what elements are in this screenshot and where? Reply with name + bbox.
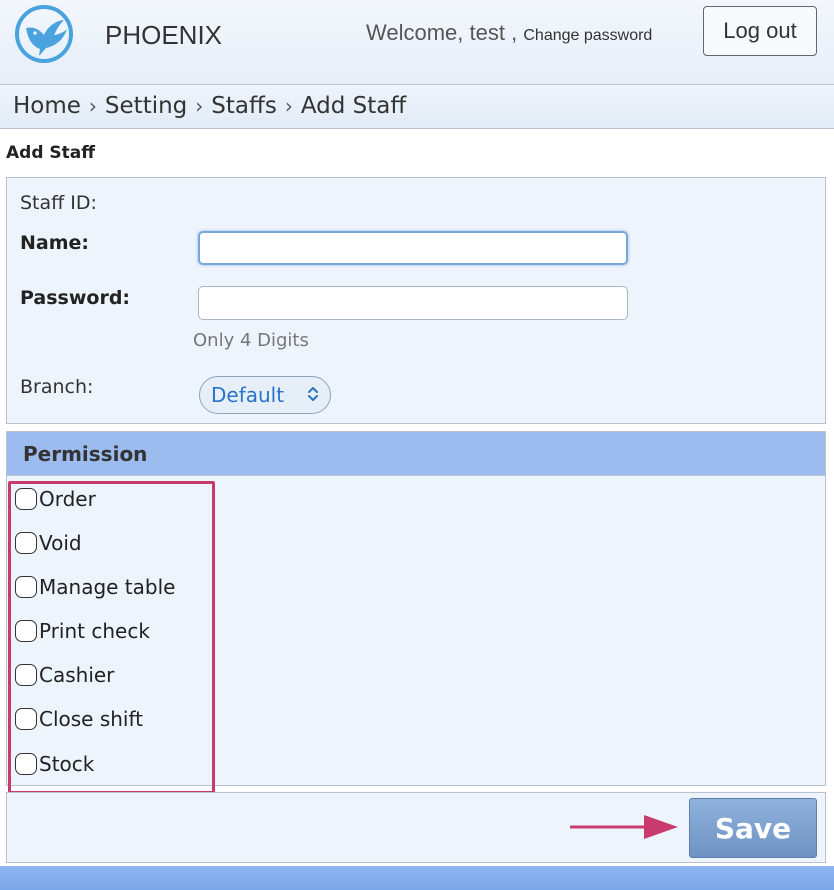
branch-selected-value: Default [211,383,285,407]
welcome-greeting: Welcome, test [366,20,505,45]
name-label: Name: [20,232,90,254]
breadcrumb-separator: › [195,94,204,118]
password-input[interactable] [198,286,628,320]
breadcrumb-separator: › [88,94,97,118]
brand-name: PHOENIX [105,20,223,50]
permission-highlight-box [8,481,215,794]
bottom-bar [0,866,834,890]
permission-header: Permission [6,431,826,476]
breadcrumb: Home › Setting › Staffs › Add Staff [0,85,834,129]
password-hint: Only 4 Digits [193,330,309,351]
save-button[interactable]: Save [689,798,817,858]
breadcrumb-setting[interactable]: Setting [105,93,187,119]
staff-form-panel: Staff ID: Name: Password: Only 4 Digits … [6,177,826,424]
breadcrumb-home[interactable]: Home [13,93,81,119]
change-password-link[interactable]: Change password [523,27,652,44]
welcome-separator: , [511,20,518,45]
staff-id-label: Staff ID: [20,192,97,214]
top-header: PHOENIX Welcome, test , Change password … [0,0,834,85]
arrow-right-icon [570,815,678,839]
breadcrumb-separator: › [284,94,293,118]
phoenix-bird-logo-icon[interactable] [14,4,74,64]
password-label: Password: [20,287,131,309]
page-title: Add Staff [6,143,96,163]
breadcrumb-add-staff: Add Staff [300,93,407,119]
breadcrumb-staffs[interactable]: Staffs [211,93,277,119]
permission-title: Permission [23,442,148,466]
branch-label: Branch: [20,376,94,398]
up-down-chevron-icon [308,387,318,401]
welcome-text: Welcome, test , Change password [366,20,652,46]
name-input[interactable] [198,231,628,265]
logout-button[interactable]: Log out [703,6,817,56]
branch-select[interactable]: Default [199,376,331,414]
